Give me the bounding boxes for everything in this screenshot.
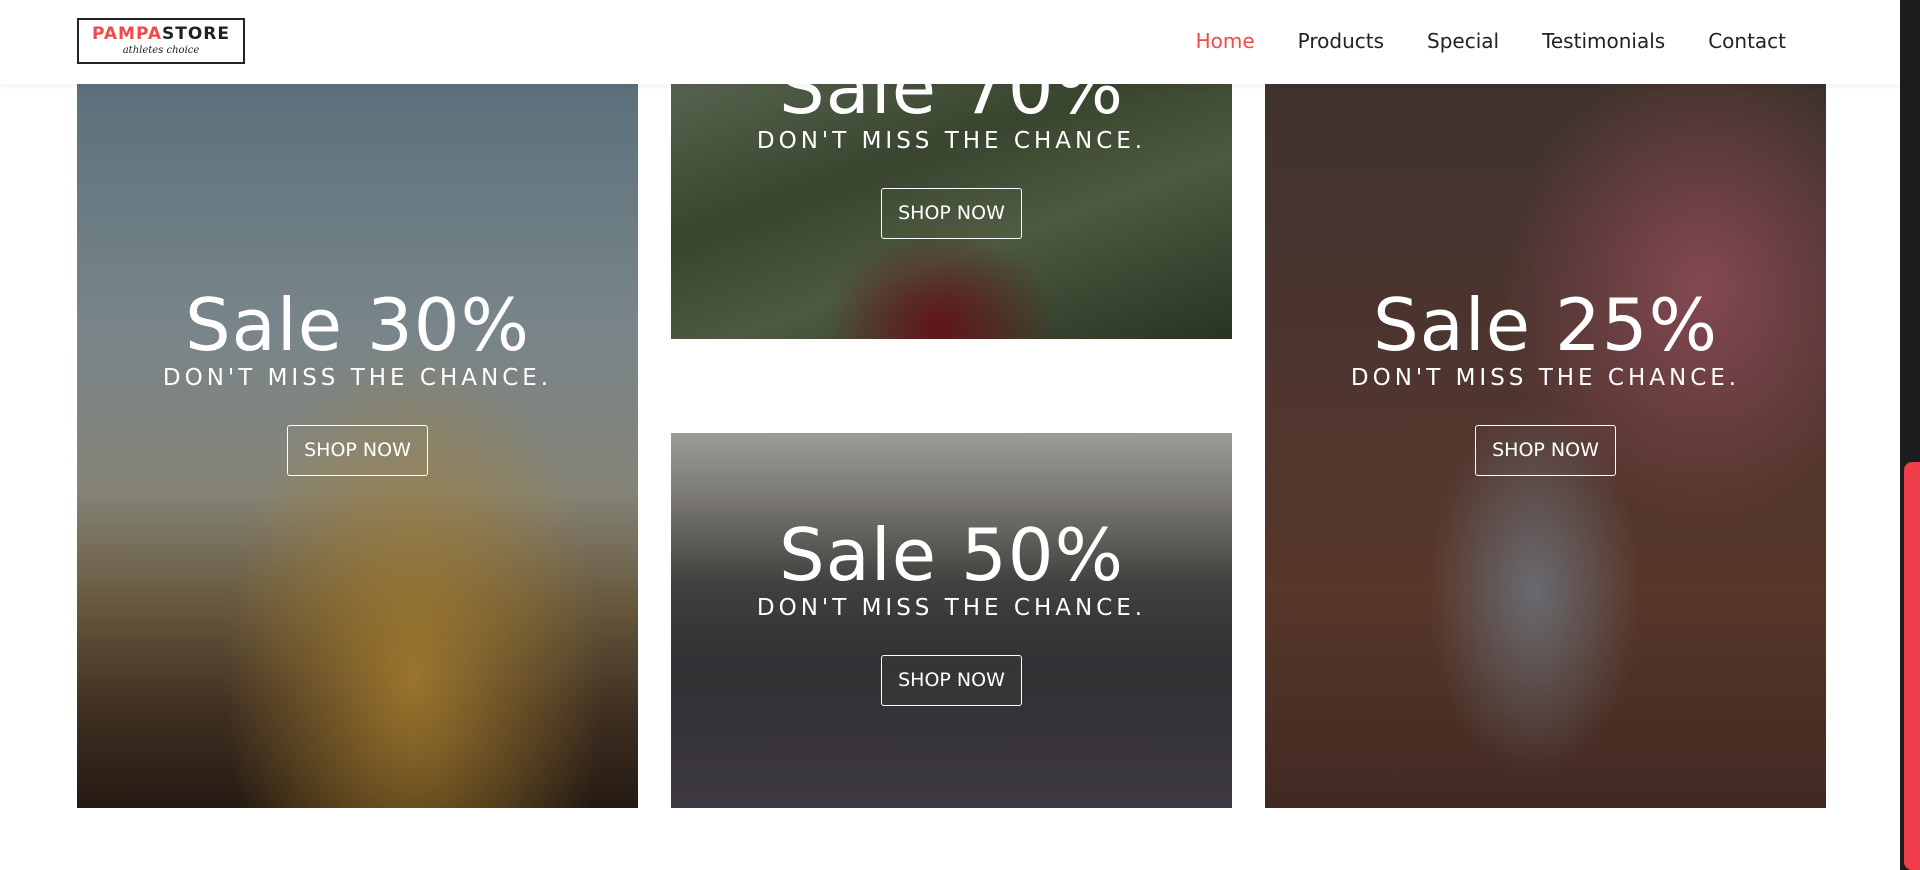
shop-now-button[interactable]: SHOP NOW [881,188,1022,239]
logo-tagline: athletes choice [122,45,200,56]
promo-tagline: DON'T MISS THE CHANCE. [756,128,1147,154]
promo-card-sale-70: Sale 70% DON'T MISS THE CHANCE. SHOP NOW [671,84,1232,339]
nav-testimonials[interactable]: Testimonials [1542,26,1665,56]
promo-tagline: DON'T MISS THE CHANCE. [162,365,553,391]
promo-title: Sale 50% [778,513,1125,597]
nav-special[interactable]: Special [1427,26,1499,56]
nav-contact[interactable]: Contact [1708,26,1786,56]
promo-title: Sale 30% [184,283,531,367]
shop-now-button[interactable]: SHOP NOW [881,655,1022,706]
logo-part-b: STORE [162,24,231,44]
promo-card-sale-30: Sale 30% DON'T MISS THE CHANCE. SHOP NOW [77,84,638,808]
main-nav: Home Products Special Testimonials Conta… [1196,26,1786,56]
logo-part-a: PAMPA [91,24,163,44]
nav-products[interactable]: Products [1298,26,1384,56]
promo-title: Sale 70% [778,84,1125,130]
site-header: PAMPASTORE athletes choice Home Products… [0,0,1900,84]
shop-now-button[interactable]: SHOP NOW [287,425,428,476]
shop-now-button[interactable]: SHOP NOW [1475,425,1616,476]
promo-card-sale-25: Sale 25% DON'T MISS THE CHANCE. SHOP NOW [1265,84,1826,808]
promo-card-sale-50: Sale 50% DON'T MISS THE CHANCE. SHOP NOW [671,433,1232,808]
promo-tagline: DON'T MISS THE CHANCE. [756,595,1147,621]
promo-content: Sale 70% DON'T MISS THE CHANCE. SHOP NOW [671,84,1232,239]
scrollbar-thumb[interactable] [1904,462,1920,870]
promo-content: Sale 50% DON'T MISS THE CHANCE. SHOP NOW [671,515,1232,706]
promo-content: Sale 30% DON'T MISS THE CHANCE. SHOP NOW [77,285,638,476]
logo-wordmark: PAMPASTORE [79,24,243,44]
promo-title: Sale 25% [1372,283,1719,367]
promo-content: Sale 25% DON'T MISS THE CHANCE. SHOP NOW [1265,285,1826,476]
promo-tagline: DON'T MISS THE CHANCE. [1350,365,1741,391]
nav-home[interactable]: Home [1196,26,1255,56]
store-logo[interactable]: PAMPASTORE athletes choice [77,18,245,64]
